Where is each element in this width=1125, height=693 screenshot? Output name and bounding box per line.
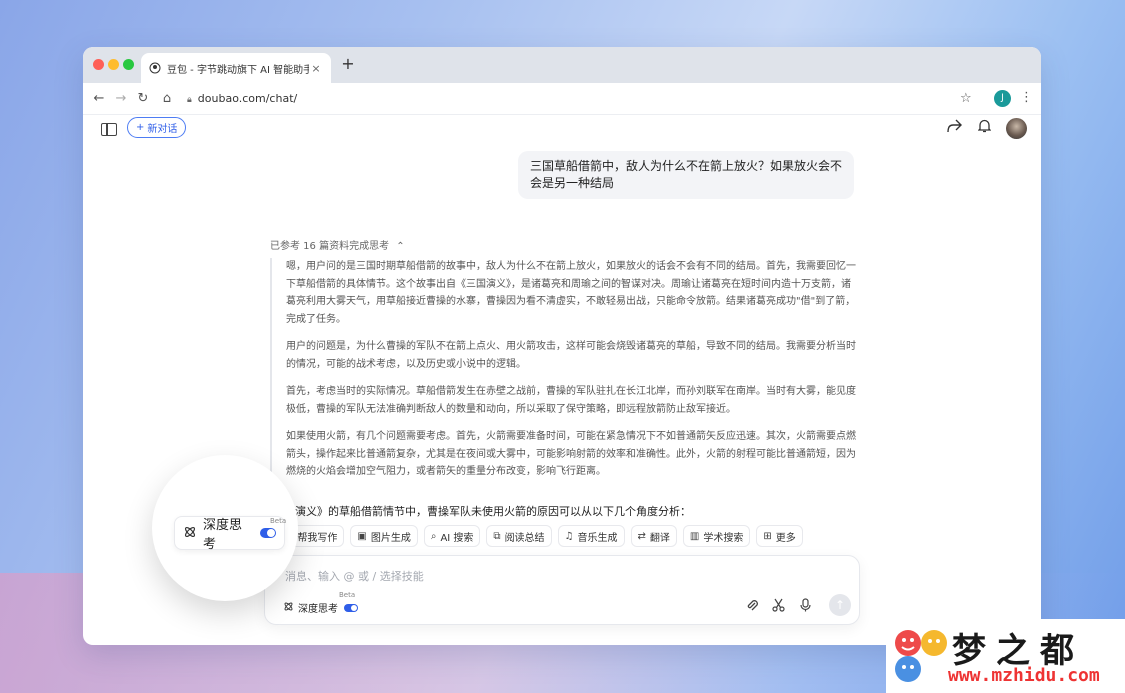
- academic-icon: ▥: [689, 530, 700, 542]
- skill-image[interactable]: ▣ 图片生成: [350, 525, 418, 547]
- reference-summary-text: 已参考 16 篇资料完成思考: [270, 241, 390, 252]
- scissors-icon[interactable]: [772, 598, 785, 616]
- tab-title: 豆包 - 字节跳动旗下 AI 智能助手: [167, 64, 309, 76]
- reasoning-paragraph: 嗯，用户问的是三国时期草船借箭的故事中，敌人为什么不在箭上放火，如果放火的话会不…: [286, 261, 856, 325]
- bell-icon[interactable]: [977, 119, 992, 137]
- tab-close-icon[interactable]: ×: [309, 62, 323, 75]
- new-chat-label: 新对话: [147, 124, 178, 135]
- minimize-window-button[interactable]: [108, 59, 119, 70]
- address-bar: ← → ↻ ⌂ 🔒︎ doubao.com/chat/ ☆ J ⋮: [83, 83, 1041, 115]
- deep-think-label: 深度思考: [203, 518, 243, 552]
- skill-more[interactable]: ⊞ 更多: [756, 525, 803, 547]
- image-icon: ▣: [357, 530, 367, 542]
- skill-label: 学术搜索: [703, 532, 744, 544]
- watermark-logo: [895, 630, 947, 682]
- chevron-up-icon: ⌃: [396, 241, 405, 252]
- lock-icon: 🔒︎: [187, 95, 192, 105]
- deep-think-label: 深度思考: [298, 604, 338, 615]
- skill-label: 翻译: [649, 532, 670, 544]
- browser-tab[interactable]: 豆包 - 字节跳动旗下 AI 智能助手 ×: [141, 53, 331, 83]
- attach-icon[interactable]: [746, 598, 758, 616]
- reasoning-paragraph: 用户的问题是，为什么曹操的军队不在箭上点火、用火箭攻击，这样可能会烧毁诸葛亮的草…: [286, 341, 856, 370]
- message-input-box[interactable]: 消息、输入 @ 或 / 选择技能 深度思考 Beta ↑: [264, 555, 860, 625]
- skills-row: ✎帮我写作 ▣图片生成 ⌕AI 搜索 ⧉阅读总结 ♫音乐生成 ⇄翻译 ▥学术搜索…: [278, 525, 803, 547]
- deep-think-switch[interactable]: [260, 528, 276, 538]
- skill-translate[interactable]: ⇄ 翻译: [630, 525, 677, 547]
- reference-summary[interactable]: 已参考 16 篇资料完成思考 ⌃: [270, 237, 405, 252]
- browser-menu-icon[interactable]: ⋮: [1020, 90, 1033, 105]
- reasoning-paragraph: 如果使用火箭，有几个问题需要考虑。首先，火箭需要准备时间，可能在紧急情况下不如普…: [286, 431, 856, 477]
- new-tab-button[interactable]: +: [339, 55, 357, 73]
- beta-badge: Beta: [270, 517, 287, 525]
- skill-academic[interactable]: ▥ 学术搜索: [682, 525, 751, 547]
- skill-label: 更多: [775, 532, 796, 544]
- translate-icon: ⇄: [637, 530, 646, 542]
- message-input-placeholder: 消息、输入 @ 或 / 选择技能: [285, 570, 424, 583]
- skill-music[interactable]: ♫ 音乐生成: [557, 525, 625, 547]
- beta-badge: Beta: [339, 591, 356, 599]
- site-watermark: 梦之都 www.mzhidu.com: [886, 619, 1125, 693]
- skill-ai-search[interactable]: ⌕ AI 搜索: [423, 525, 481, 547]
- home-icon[interactable]: ⌂: [159, 91, 175, 107]
- watermark-url: www.mzhidu.com: [948, 665, 1100, 686]
- new-chat-button[interactable]: + 新对话: [127, 117, 187, 138]
- skill-label: 音乐生成: [577, 532, 618, 544]
- skill-label: 帮我写作: [297, 532, 338, 544]
- deep-think-switch[interactable]: [344, 603, 358, 612]
- user-message: 三国草船借箭中，敌人为什么不在箭上放火？如果放火会不会是另一种结局: [518, 151, 854, 199]
- url-text: doubao.com/chat/: [197, 92, 298, 105]
- atom-icon: [283, 601, 294, 615]
- music-icon: ♫: [564, 530, 574, 542]
- share-icon[interactable]: [947, 119, 962, 137]
- forward-icon[interactable]: →: [113, 91, 129, 107]
- sidebar-toggle-icon[interactable]: [101, 123, 117, 136]
- plus-icon: +: [136, 122, 145, 133]
- send-button[interactable]: ↑: [829, 594, 851, 616]
- reasoning-block: 嗯，用户问的是三国时期草船借箭的故事中，敌人为什么不在箭上放火，如果放火的话会不…: [270, 258, 860, 520]
- maximize-window-button[interactable]: [123, 59, 134, 70]
- skill-label: AI 搜索: [440, 532, 474, 544]
- url-field[interactable]: 🔒︎ doubao.com/chat/: [187, 92, 297, 105]
- deep-think-toggle-zoomed[interactable]: 深度思考: [174, 516, 285, 552]
- reasoning-paragraph: 首先，考虑当时的实际情况。草船借箭发生在赤壁之战前，曹操的军队驻扎在长江北岸，而…: [286, 386, 856, 415]
- tab-bar: 豆包 - 字节跳动旗下 AI 智能助手 × +: [83, 47, 1041, 83]
- microphone-icon[interactable]: [800, 598, 811, 616]
- search-icon: ⌕: [430, 530, 437, 542]
- bookmark-star-icon[interactable]: ☆: [960, 91, 972, 106]
- more-icon: ⊞: [763, 530, 772, 542]
- doubao-favicon-icon: [149, 62, 161, 74]
- deep-think-toggle-small[interactable]: 深度思考 Beta: [283, 591, 358, 615]
- skill-read-summary[interactable]: ⧉ 阅读总结: [486, 525, 552, 547]
- answer-intro: 三国演义》的草船借箭情节中，曹操军队未使用火箭的原因可以从以下几个角度分析：: [273, 505, 691, 518]
- close-window-button[interactable]: [93, 59, 104, 70]
- back-icon[interactable]: ←: [91, 91, 107, 107]
- profile-avatar[interactable]: J: [994, 90, 1011, 107]
- read-icon: ⧉: [493, 530, 501, 542]
- skill-label: 阅读总结: [504, 532, 545, 544]
- atom-icon: [183, 524, 197, 543]
- user-avatar[interactable]: [1006, 118, 1027, 139]
- skill-label: 图片生成: [370, 532, 411, 544]
- reload-icon[interactable]: ↻: [135, 91, 151, 107]
